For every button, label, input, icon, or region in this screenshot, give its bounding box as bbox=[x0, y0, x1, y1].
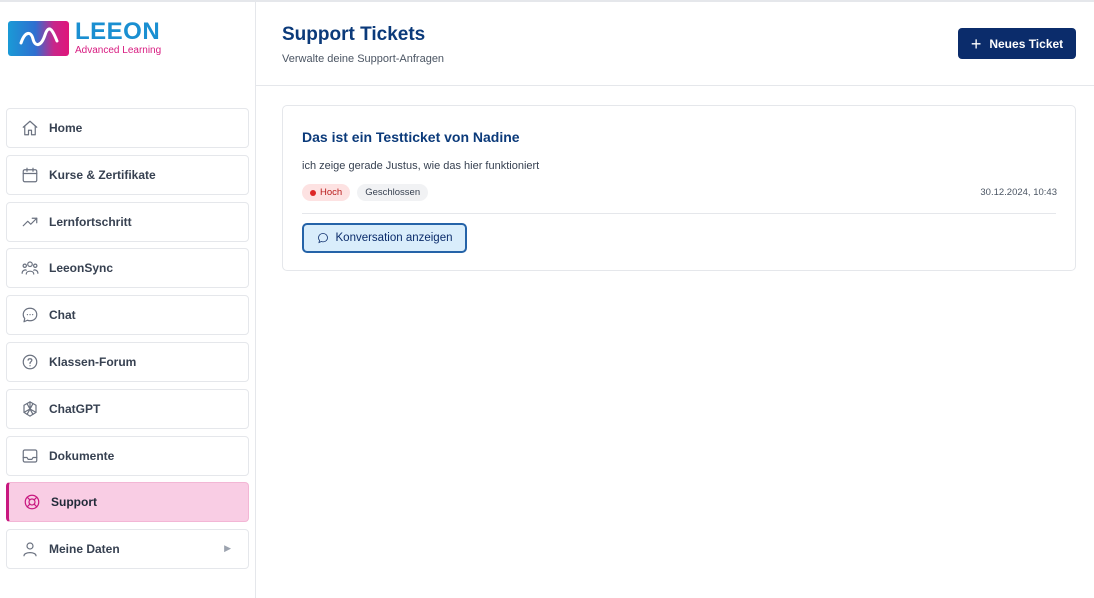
priority-label: Hoch bbox=[320, 187, 343, 198]
ticket-card: Das ist ein Testticket von Nadine ich ze… bbox=[282, 105, 1076, 271]
ticket-badges: Hoch Geschlossen bbox=[302, 184, 435, 201]
sidebar-item-label: Lernfortschritt bbox=[49, 214, 132, 229]
openai-icon bbox=[21, 400, 39, 418]
ticket-timestamp: 30.12.2024, 10:43 bbox=[980, 187, 1057, 198]
sidebar-item-label: Support bbox=[51, 495, 97, 510]
sidebar-item-kurse[interactable]: Kurse & Zertifikate bbox=[6, 154, 249, 195]
sidebar-item-chatgpt[interactable]: ChatGPT bbox=[6, 388, 249, 429]
leeon-logo-icon bbox=[8, 20, 69, 56]
show-conversation-button[interactable]: Konversation anzeigen bbox=[302, 223, 467, 253]
new-ticket-button[interactable]: + Neues Ticket bbox=[958, 28, 1076, 59]
chat-bubble-icon bbox=[317, 233, 328, 244]
sidebar-item-label: Kurse & Zertifikate bbox=[49, 167, 156, 182]
sidebar-item-meine-daten[interactable]: Meine Daten ▶ bbox=[6, 529, 249, 570]
ticket-divider bbox=[302, 213, 1056, 214]
chat-bubble-icon bbox=[21, 306, 39, 324]
show-conversation-label: Konversation anzeigen bbox=[335, 232, 453, 244]
page-subtitle: Verwalte deine Support-Anfragen bbox=[282, 53, 445, 65]
status-badge: Geschlossen bbox=[357, 184, 429, 201]
trending-up-icon bbox=[21, 213, 39, 231]
home-icon bbox=[21, 119, 39, 137]
brand-text: LEEON Advanced Learning bbox=[75, 20, 161, 56]
sidebar-item-label: ChatGPT bbox=[49, 401, 101, 416]
sidebar-item-label: Dokumente bbox=[49, 448, 115, 463]
sidebar: LEEON Advanced Learning Home Kurse & Zer… bbox=[0, 2, 256, 598]
ticket-description: ich zeige gerade Justus, wie das hier fu… bbox=[302, 160, 540, 172]
sidebar-item-label: Home bbox=[49, 121, 83, 135]
sidebar-item-label: Klassen-Forum bbox=[49, 354, 137, 369]
app-window: LEEON Advanced Learning Home Kurse & Zer… bbox=[0, 0, 1094, 598]
sidebar-item-label: Chat bbox=[49, 308, 76, 323]
chevron-right-icon: ▶ bbox=[224, 543, 231, 554]
sidebar-item-label: Meine Daten bbox=[49, 542, 120, 557]
sidebar-item-dokumente[interactable]: Dokumente bbox=[6, 435, 249, 476]
sidebar-item-lernfortschritt[interactable]: Lernfortschritt bbox=[6, 201, 249, 242]
lifebuoy-icon bbox=[23, 493, 41, 511]
sidebar-item-chat[interactable]: Chat bbox=[6, 295, 249, 336]
priority-badge: Hoch bbox=[302, 184, 351, 201]
brand-subtitle: Advanced Learning bbox=[75, 45, 162, 56]
calendar-icon bbox=[21, 166, 39, 184]
main-content: Support Tickets Verwalte deine Support-A… bbox=[256, 2, 1094, 598]
help-circle-icon bbox=[21, 353, 39, 371]
priority-dot-icon bbox=[310, 189, 316, 196]
sidebar-item-leeonsync[interactable]: LeeonSync bbox=[6, 248, 249, 289]
brand-logo[interactable]: LEEON Advanced Learning bbox=[8, 19, 161, 57]
sidebar-item-label: LeeonSync bbox=[49, 261, 114, 276]
sidebar-item-home[interactable]: Home bbox=[6, 108, 249, 148]
users-icon bbox=[21, 259, 39, 277]
ticket-title: Das ist ein Testticket von Nadine bbox=[302, 129, 520, 145]
plus-icon: + bbox=[970, 33, 982, 54]
brand-title: LEEON bbox=[75, 18, 161, 45]
sidebar-item-klassen-forum[interactable]: Klassen-Forum bbox=[6, 341, 249, 382]
sidebar-nav: Home Kurse & Zertifikate Lernfortschritt… bbox=[6, 108, 249, 576]
new-ticket-label: Neues Ticket bbox=[989, 36, 1064, 51]
inbox-icon bbox=[21, 447, 39, 465]
sidebar-item-support[interactable]: Support bbox=[6, 482, 249, 523]
page-header: Support Tickets Verwalte deine Support-A… bbox=[256, 2, 1094, 86]
user-icon bbox=[21, 540, 39, 558]
page-title: Support Tickets bbox=[282, 24, 426, 45]
